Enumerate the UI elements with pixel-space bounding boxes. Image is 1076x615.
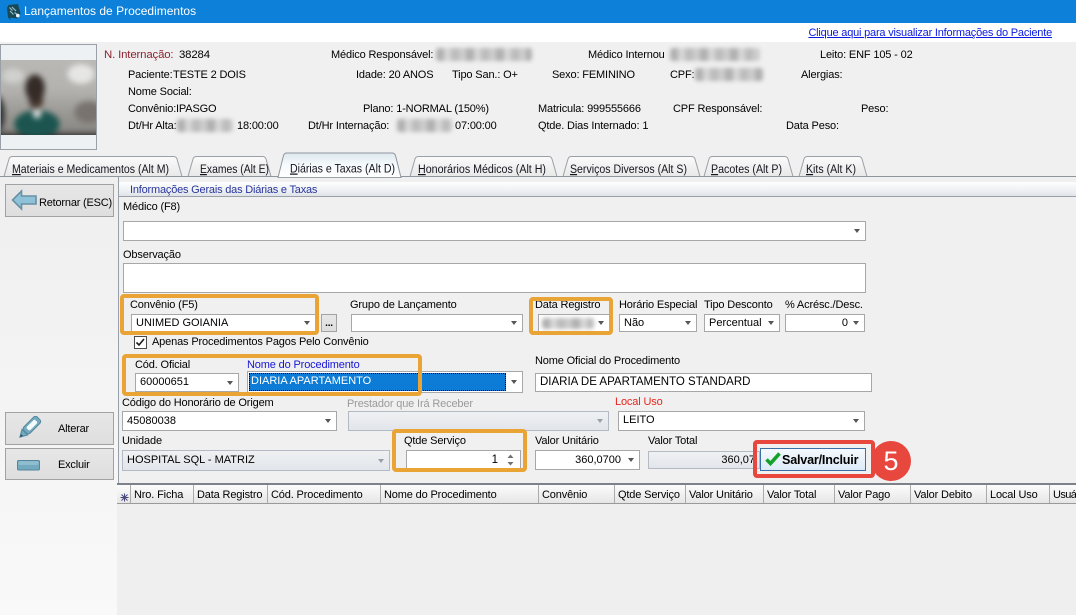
svg-text:Pacotes (Alt P): Pacotes (Alt P) xyxy=(711,162,782,176)
svg-text:Materiais e Medicamentos (Alt: Materiais e Medicamentos (Alt M) xyxy=(12,162,169,176)
svg-text:Diárias e Taxas (Alt D): Diárias e Taxas (Alt D) xyxy=(290,162,395,176)
svg-text:Kits (Alt K): Kits (Alt K) xyxy=(806,162,856,176)
svg-text:Honorários Médicos (Alt H): Honorários Médicos (Alt H) xyxy=(418,162,546,176)
svg-text:Serviços Diversos (Alt S): Serviços Diversos (Alt S) xyxy=(570,162,687,176)
svg-text:Exames (Alt E): Exames (Alt E) xyxy=(200,162,269,176)
